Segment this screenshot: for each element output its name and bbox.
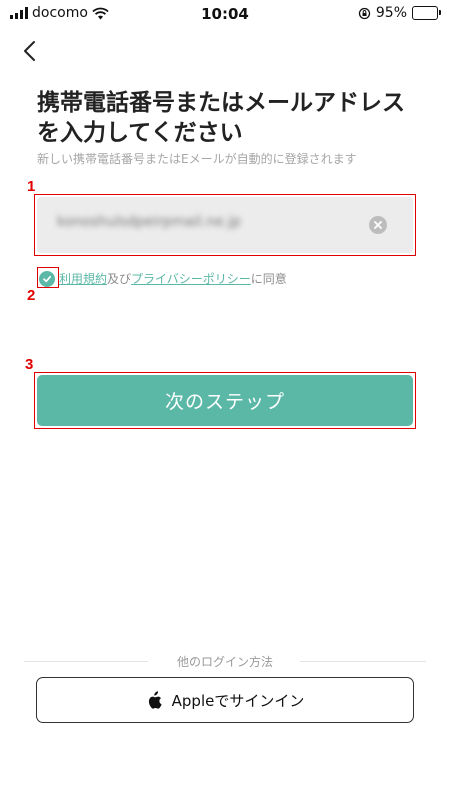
page-title-line-1: 携帯電話番号またはメールアドレス (37, 90, 405, 116)
battery-icon (412, 6, 441, 20)
marker-number-1: 1 (27, 178, 36, 195)
next-step-button[interactable]: 次のステップ (37, 375, 413, 426)
consent-suffix: に同意 (250, 272, 287, 286)
privacy-policy-link[interactable]: プライバシーポリシー (131, 270, 251, 287)
status-bar-right: 95% (358, 5, 441, 21)
clear-circle-icon (374, 221, 382, 229)
apple-sign-in-label: Appleでサインイン (171, 691, 305, 710)
page-subtitle: 新しい携帯電話番号またはEメールが自動的に登録されます (37, 152, 357, 166)
divider-line-right (300, 661, 426, 662)
marker-number-2: 2 (27, 287, 36, 304)
terms-link[interactable]: 利用規約 (59, 270, 107, 287)
other-login-divider: 他のログイン方法 (24, 652, 426, 670)
clear-input-button[interactable] (369, 216, 387, 234)
consent-conjunction: 及び (107, 272, 132, 286)
consent-row: 利用規約 及び プライバシーポリシー に同意 (39, 270, 287, 287)
apple-sign-in-button[interactable]: Appleでサインイン (36, 677, 414, 723)
back-button[interactable] (14, 34, 48, 68)
agree-checkbox[interactable] (39, 270, 55, 287)
rotation-lock-icon (358, 7, 371, 19)
battery-percent: 95% (375, 5, 407, 21)
email-field[interactable]: konoshulsdpeirpmail.ne.jp (37, 197, 413, 253)
page-title-line-2: を入力してください (37, 120, 243, 146)
marker-number-3: 3 (25, 356, 34, 373)
apple-logo-icon (148, 690, 162, 709)
page-title: 携帯電話番号またはメールアドレス を入力してください (37, 88, 417, 148)
chevron-left-icon (24, 41, 35, 61)
email-field-value: konoshulsdpeirpmail.ne.jp (57, 214, 241, 230)
status-bar: docomo 10:04 95% (0, 0, 450, 26)
checkmark-icon (43, 275, 52, 282)
